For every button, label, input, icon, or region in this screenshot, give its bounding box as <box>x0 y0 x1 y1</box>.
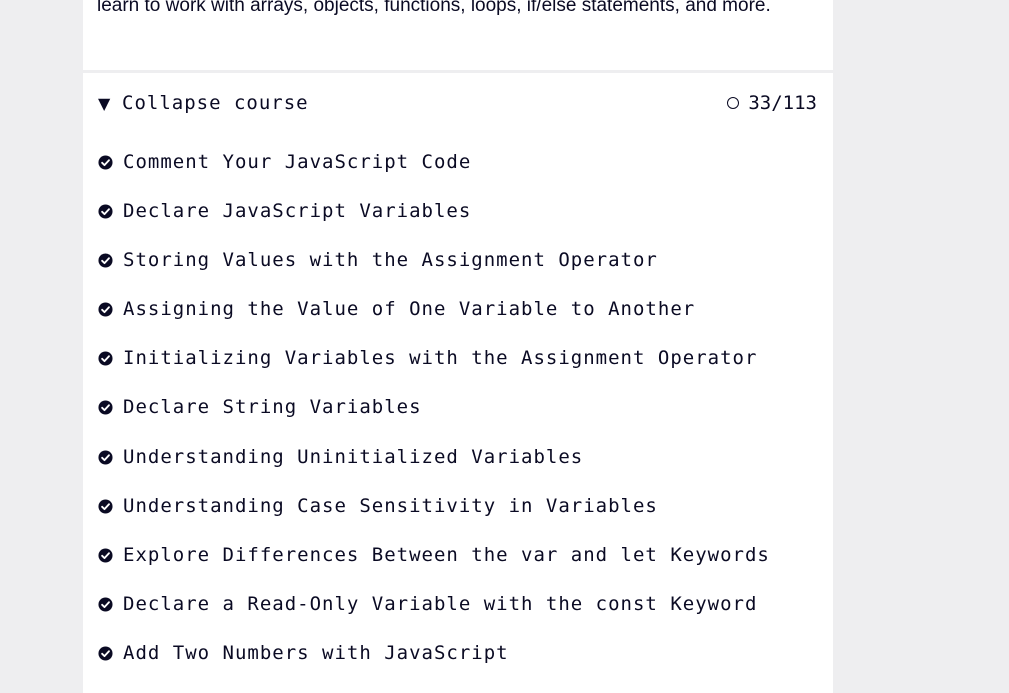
course-progress: 33/113 <box>727 92 817 114</box>
challenge-list: Comment Your JavaScript Code Declare Jav… <box>83 141 770 681</box>
circle-outline-icon <box>727 97 740 109</box>
collapse-course-label: Collapse course <box>122 92 309 114</box>
challenge-item[interactable]: Declare String Variables <box>83 386 770 435</box>
challenge-label: Storing Values with the Assignment Opera… <box>123 249 658 272</box>
check-circle-icon <box>98 597 113 612</box>
challenge-item[interactable]: Understanding Uninitialized Variables <box>83 436 770 485</box>
challenge-label: Assigning the Value of One Variable to A… <box>123 298 696 321</box>
course-intro-panel: learn to work with arrays, objects, func… <box>83 0 833 70</box>
challenge-label: Declare JavaScript Variables <box>123 200 472 223</box>
challenge-label: Declare a Read-Only Variable with the co… <box>123 592 758 615</box>
check-circle-icon <box>98 400 113 415</box>
check-circle-icon <box>98 450 113 465</box>
challenge-item[interactable]: Initializing Variables with the Assignme… <box>83 337 770 386</box>
challenge-item[interactable]: Comment Your JavaScript Code <box>83 141 770 190</box>
check-circle-icon <box>98 351 113 366</box>
challenge-label: Comment Your JavaScript Code <box>123 151 472 173</box>
challenge-item[interactable]: Assigning the Value of One Variable to A… <box>83 288 770 337</box>
check-circle-icon <box>98 204 113 219</box>
check-circle-icon <box>98 302 113 317</box>
challenge-item[interactable]: Understanding Case Sensitivity in Variab… <box>83 485 770 534</box>
challenge-item[interactable]: Declare JavaScript Variables <box>83 190 770 239</box>
check-circle-icon <box>98 548 113 563</box>
course-description: learn to work with arrays, objects, func… <box>97 0 771 16</box>
check-circle-icon <box>98 499 113 514</box>
challenge-item[interactable]: Declare a Read-Only Variable with the co… <box>83 583 770 632</box>
challenge-item[interactable]: Explore Differences Between the var and … <box>83 534 770 583</box>
check-circle-icon <box>98 253 113 268</box>
challenge-label: Add Two Numbers with JavaScript <box>123 641 509 664</box>
progress-count: 33/113 <box>748 92 817 114</box>
challenge-label: Initializing Variables with the Assignme… <box>123 347 758 370</box>
collapse-course-button[interactable]: ▼ Collapse course 33/113 <box>83 73 833 135</box>
course-panel: ▼ Collapse course 33/113 Comment Your Ja… <box>83 73 833 693</box>
challenge-label: Explore Differences Between the var and … <box>123 543 770 566</box>
challenge-item[interactable]: Add Two Numbers with JavaScript <box>83 632 770 681</box>
challenge-item[interactable]: Storing Values with the Assignment Opera… <box>83 239 770 288</box>
check-circle-icon <box>98 155 113 170</box>
triangle-down-icon: ▼ <box>98 94 111 113</box>
challenge-label: Understanding Uninitialized Variables <box>123 445 584 468</box>
challenge-label: Understanding Case Sensitivity in Variab… <box>123 494 658 517</box>
check-circle-icon <box>98 646 113 661</box>
challenge-label: Declare String Variables <box>123 396 422 419</box>
